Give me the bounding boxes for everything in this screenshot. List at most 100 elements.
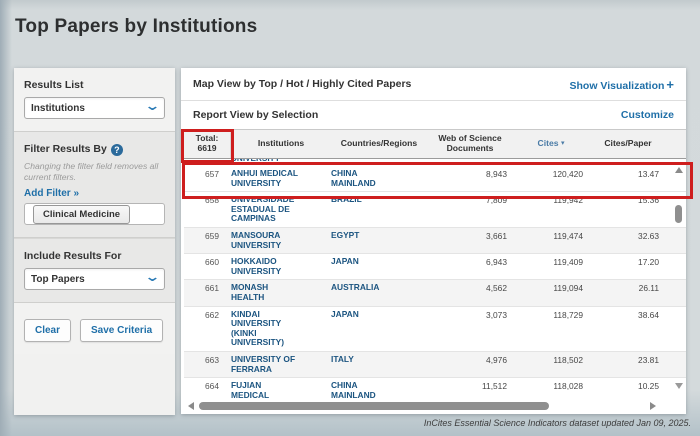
- row-country[interactable]: ITALY: [331, 355, 427, 374]
- row-institution[interactable]: KINDAI UNIVERSITY (KINKI UNIVERSITY): [231, 310, 331, 348]
- row-cites: 119,942: [507, 195, 583, 224]
- row-institution[interactable]: ANHUI MEDICAL UNIVERSITY: [231, 169, 331, 188]
- row-cites-per-paper: 26.11: [583, 283, 659, 302]
- row-country[interactable]: JAPAN: [331, 310, 427, 348]
- row-institution[interactable]: UNIVERSIDADE ESTADUAL DE CAMPINAS: [231, 195, 331, 224]
- table-header: Total: 6619 Institutions Countries/Regio…: [181, 129, 686, 159]
- cites-label: Cites: [538, 138, 559, 148]
- row-cites-per-paper: 15.36: [583, 195, 659, 224]
- row-country[interactable]: CHINA MAINLAND: [331, 381, 427, 399]
- sort-caret-icon: ▾: [561, 140, 565, 147]
- vertical-scrollbar[interactable]: [672, 159, 685, 399]
- filter-chip-clinical-medicine[interactable]: Clinical Medicine: [33, 205, 130, 224]
- column-header-institutions[interactable]: Institutions: [231, 139, 331, 149]
- include-results-section: Include Results For Top Papers ⌄: [14, 238, 175, 303]
- table-row[interactable]: 664FUJIAN MEDICAL UNIVERSITYCHINA MAINLA…: [184, 378, 686, 399]
- filter-label: Filter Results By: [24, 143, 107, 155]
- row-institution[interactable]: MONASH HEALTH: [231, 283, 331, 302]
- table-row[interactable]: 660HOKKAIDO UNIVERSITYJAPAN6,943119,4091…: [184, 254, 686, 280]
- report-view-title: Report View by Selection: [193, 109, 318, 121]
- page-title: Top Papers by Institutions: [15, 16, 257, 38]
- page-edge-shade: [0, 0, 12, 436]
- row-cites: 119,094: [507, 283, 583, 302]
- horizontal-scroll-track[interactable]: [199, 402, 642, 410]
- scroll-right-icon[interactable]: [650, 402, 656, 410]
- row-country[interactable]: AUSTRALIA: [331, 283, 427, 302]
- row-docs: 4,562: [427, 283, 507, 302]
- row-rank: 662: [184, 310, 231, 348]
- row-country[interactable]: CHINA MAINLAND: [331, 169, 427, 188]
- row-institution[interactable]: HOKKAIDO UNIVERSITY: [231, 257, 331, 276]
- scroll-left-icon[interactable]: [188, 402, 194, 410]
- include-results-label: Include Results For: [24, 250, 165, 262]
- results-list-label: Results List: [24, 79, 165, 91]
- table-row[interactable]: 659MANSOURA UNIVERSITYEGYPT3,661119,4743…: [184, 228, 686, 254]
- sidebar: Results List Institutions ⌄ Filter Resul…: [14, 68, 175, 415]
- vertical-scroll-thumb[interactable]: [675, 205, 682, 223]
- row-cites-per-paper: 32.63: [583, 231, 659, 250]
- map-view-bar: Map View by Top / Hot / Highly Cited Pap…: [181, 68, 686, 101]
- save-criteria-button[interactable]: Save Criteria: [80, 319, 163, 342]
- row-rank: 660: [184, 257, 231, 276]
- filter-chip-container: Clinical Medicine: [24, 203, 165, 225]
- clipped-row: UNIVERSITY: [184, 159, 686, 166]
- row-institution[interactable]: UNIVERSITY OF FERRARA: [231, 355, 331, 374]
- scroll-down-icon[interactable]: [675, 383, 683, 389]
- chevron-down-icon: ⌄: [144, 102, 160, 110]
- row-cites-per-paper: 23.81: [583, 355, 659, 374]
- row-country[interactable]: EGYPT: [331, 231, 427, 250]
- screen: Top Papers by Institutions Results List …: [0, 0, 700, 436]
- row-cites: 118,502: [507, 355, 583, 374]
- table-row[interactable]: 661MONASH HEALTHAUSTRALIA4,562119,09426.…: [184, 280, 686, 306]
- report-view-bar: Report View by Selection Customize: [181, 101, 686, 129]
- row-docs: 3,661: [427, 231, 507, 250]
- row-cites-per-paper: 17.20: [583, 257, 659, 276]
- main-panel: Map View by Top / Hot / Highly Cited Pap…: [181, 68, 686, 414]
- table-row[interactable]: 662KINDAI UNIVERSITY (KINKI UNIVERSITY)J…: [184, 307, 686, 352]
- row-cites-per-paper: 10.25: [583, 381, 659, 399]
- total-count: Total: 6619: [184, 130, 231, 158]
- row-institution[interactable]: MANSOURA UNIVERSITY: [231, 231, 331, 250]
- help-icon[interactable]: ?: [111, 144, 123, 156]
- row-rank: 661: [184, 283, 231, 302]
- table-viewport: UNIVERSITY 657ANHUI MEDICAL UNIVERSITYCH…: [181, 159, 686, 399]
- include-results-dropdown[interactable]: Top Papers ⌄: [24, 268, 165, 290]
- customize-link[interactable]: Customize: [621, 109, 674, 121]
- show-visualization-link[interactable]: Show Visualization+: [570, 77, 675, 92]
- row-cites: 118,729: [507, 310, 583, 348]
- table-row[interactable]: 658UNIVERSIDADE ESTADUAL DE CAMPINASBRAZ…: [184, 192, 686, 228]
- scroll-up-icon[interactable]: [675, 167, 683, 173]
- column-header-cites-per-paper[interactable]: Cites/Paper: [589, 139, 667, 149]
- chevron-down-icon: ⌄: [144, 273, 160, 281]
- results-list-dropdown[interactable]: Institutions ⌄: [24, 97, 165, 119]
- filter-note: Changing the filter field removes all cu…: [24, 161, 165, 182]
- column-header-countries[interactable]: Countries/Regions: [331, 139, 427, 149]
- row-cites: 119,409: [507, 257, 583, 276]
- sidebar-actions: Clear Save Criteria: [14, 303, 175, 354]
- clear-button[interactable]: Clear: [24, 319, 71, 342]
- row-docs: 4,976: [427, 355, 507, 374]
- dataset-footnote: InCites Essential Science Indicators dat…: [424, 418, 691, 428]
- row-docs: 6,943: [427, 257, 507, 276]
- results-list-selected-value: Institutions: [31, 103, 85, 114]
- table-row[interactable]: 657ANHUI MEDICAL UNIVERSITYCHINA MAINLAN…: [184, 166, 686, 192]
- row-cites-per-paper: 38.64: [583, 310, 659, 348]
- column-header-wos-documents[interactable]: Web of Science Documents: [427, 134, 513, 154]
- row-docs: 8,943: [427, 169, 507, 188]
- row-country[interactable]: BRAZIL: [331, 195, 427, 224]
- results-list-section: Results List Institutions ⌄: [14, 68, 175, 131]
- table-body: 657ANHUI MEDICAL UNIVERSITYCHINA MAINLAN…: [184, 166, 686, 399]
- clipped-row-text: UNIVERSITY: [231, 159, 686, 163]
- horizontal-scroll-thumb[interactable]: [199, 402, 549, 410]
- row-rank: 663: [184, 355, 231, 374]
- row-country[interactable]: JAPAN: [331, 257, 427, 276]
- row-docs: 7,809: [427, 195, 507, 224]
- table-row[interactable]: 663UNIVERSITY OF FERRARAITALY4,976118,50…: [184, 352, 686, 378]
- row-cites: 120,420: [507, 169, 583, 188]
- add-filter-link[interactable]: Add Filter »: [24, 188, 79, 199]
- horizontal-scrollbar[interactable]: [181, 399, 686, 413]
- row-cites: 119,474: [507, 231, 583, 250]
- row-institution[interactable]: FUJIAN MEDICAL UNIVERSITY: [231, 381, 331, 399]
- include-results-selected-value: Top Papers: [31, 274, 85, 285]
- column-header-cites[interactable]: Cites ▾: [513, 139, 589, 149]
